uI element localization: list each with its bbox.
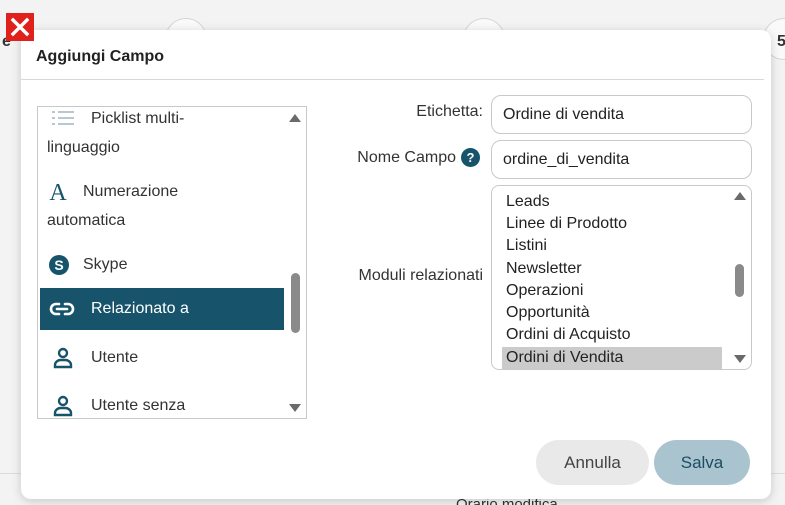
modules-scrollbar[interactable]	[729, 186, 751, 369]
cancel-button[interactable]: Annulla	[536, 440, 649, 485]
related-modules-caption: Moduli relazionati	[358, 267, 483, 284]
scroll-thumb[interactable]	[735, 264, 744, 297]
modal-divider	[21, 79, 764, 80]
module-option[interactable]: Operazioni	[502, 280, 722, 302]
link-icon	[49, 300, 75, 318]
module-option-selected[interactable]: Ordini di Vendita	[502, 347, 722, 369]
modal-title: Aggiungi Campo	[36, 48, 164, 65]
field-type-list[interactable]: Picklist multi- linguaggio A Numerazione…	[37, 106, 307, 419]
help-icon[interactable]: ?	[461, 148, 480, 167]
module-option[interactable]: Ordini di Acquisto	[502, 324, 722, 346]
field-type-label-cont: linguaggio	[47, 139, 120, 156]
field-type-user-without[interactable]: Utente senza	[40, 391, 284, 418]
field-type-user[interactable]: Utente	[40, 343, 284, 373]
label-caption: Etichetta:	[416, 103, 483, 120]
scroll-up-arrow-icon[interactable]	[289, 114, 301, 122]
field-name-caption: Nome Campo	[357, 149, 456, 166]
field-type-label: Relazionato a	[91, 300, 189, 317]
module-option[interactable]: Opportunità	[502, 302, 722, 324]
add-field-modal: Aggiungi Campo Picklist multi- linguaggi…	[21, 30, 771, 499]
save-button[interactable]: Salva	[654, 440, 750, 485]
svg-text:S: S	[54, 257, 63, 273]
field-type-picklist-multilanguage[interactable]: Picklist multi- linguaggio	[40, 107, 284, 162]
field-type-label: Picklist multi-	[91, 110, 185, 127]
field-name-input[interactable]: ordine_di_vendita	[491, 140, 752, 179]
field-type-autonumber[interactable]: A Numerazione automatica	[40, 177, 284, 235]
field-type-label: Utente senza	[91, 397, 186, 414]
field-type-skype[interactable]: S Skype	[40, 250, 284, 280]
module-option[interactable]: Listini	[502, 235, 722, 257]
bg-right-fragment: 5	[777, 33, 785, 50]
scroll-thumb[interactable]	[291, 273, 300, 333]
skype-icon: S	[48, 254, 70, 276]
field-type-label: Numerazione	[83, 183, 179, 200]
scroll-down-arrow-icon[interactable]	[734, 355, 746, 363]
related-modules-list[interactable]: Leads Linee di Prodotto Listini Newslett…	[491, 185, 752, 370]
field-type-label-cont: automatica	[47, 212, 126, 229]
module-option[interactable]: Newsletter	[502, 258, 722, 280]
user-icon	[52, 395, 74, 417]
close-icon[interactable]	[6, 13, 34, 41]
module-option[interactable]: Linee di Prodotto	[502, 213, 722, 235]
label-field[interactable]: Ordine di vendita	[491, 95, 752, 134]
scroll-down-arrow-icon[interactable]	[289, 404, 301, 412]
field-type-scrollbar[interactable]	[284, 107, 306, 418]
user-icon	[52, 347, 74, 369]
field-type-label: Utente	[91, 349, 139, 366]
module-option[interactable]: Leads	[502, 191, 722, 213]
scroll-up-arrow-icon[interactable]	[734, 192, 746, 200]
list-icon	[50, 110, 76, 126]
serif-a-icon: A	[49, 180, 67, 206]
field-type-related-to[interactable]: Relazionato a	[40, 288, 284, 330]
field-type-label: Skype	[83, 256, 128, 273]
